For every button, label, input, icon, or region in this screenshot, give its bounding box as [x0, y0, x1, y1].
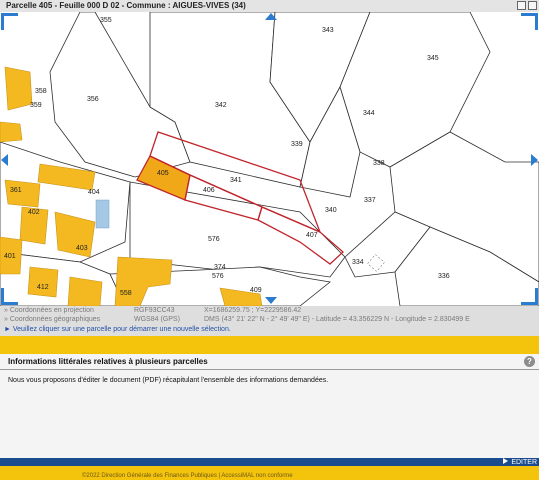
pan-left-icon[interactable]	[1, 154, 8, 166]
map-corner	[1, 13, 18, 30]
geo-system: WGS84 (GPS)	[134, 316, 180, 323]
parcel-label: 374	[214, 264, 226, 271]
pan-down-icon[interactable]	[265, 297, 277, 304]
parcel-label: 403	[76, 245, 88, 252]
window-title: Parcelle 405 - Feuille 000 D 02 - Commun…	[6, 1, 246, 10]
window-controls	[517, 1, 537, 10]
map-corner	[521, 13, 538, 30]
parcel-label: 341	[230, 177, 242, 184]
parcel-label: 558	[120, 290, 132, 297]
edit-label: EDITER	[511, 459, 537, 466]
map-corner	[1, 288, 18, 305]
parcel-label: 361	[10, 187, 22, 194]
separator-bar	[0, 336, 539, 354]
play-icon	[503, 458, 509, 464]
parcel-label: 405	[157, 170, 169, 177]
parcel-label: 336	[438, 273, 450, 280]
maximize-icon[interactable]	[528, 1, 537, 10]
panel-text: Nous vous proposons d'éditer le document…	[8, 377, 329, 384]
cadastral-map[interactable]: 355 343 345 358 359 356 342 344 339 338 …	[0, 12, 539, 306]
parcel-label: 409	[250, 287, 262, 294]
help-icon[interactable]: ?	[524, 356, 535, 367]
action-bar: EDITER	[0, 458, 539, 466]
geo-label: » Coordonnées géographiques	[4, 316, 101, 323]
panel-header: Informations littérales relatives à plus…	[0, 354, 539, 370]
parcel-label: 355	[100, 17, 112, 24]
parcel-label: 407	[306, 232, 318, 239]
parcel-label: 345	[427, 55, 439, 62]
footer-text: ©2022 Direction Générale des Finances Pu…	[82, 473, 293, 479]
parcel-label: 340	[325, 207, 337, 214]
parcel-label: 359	[30, 102, 42, 109]
projection-value: X=1686259.75 ; Y=2229586.42	[204, 307, 302, 314]
parcel-label: 342	[215, 102, 227, 109]
info-panel: Informations littérales relatives à plus…	[0, 354, 539, 466]
panel-title: Informations littérales relatives à plus…	[8, 357, 208, 366]
building	[67, 276, 103, 306]
geo-value: DMS (43° 21' 22" N - 2° 49' 49" E) - Lat…	[204, 316, 470, 323]
parcel-label: 412	[37, 284, 49, 291]
parcel-label: 339	[291, 141, 303, 148]
parcel-label: 334	[352, 259, 364, 266]
parcel-label: 576	[208, 236, 220, 243]
parcel-label: 358	[35, 88, 47, 95]
parcel-label: 356	[87, 96, 99, 103]
parcel-label: 576	[212, 273, 224, 280]
building	[0, 121, 23, 143]
building	[4, 66, 33, 111]
map-canvas[interactable]: 355 343 345 358 359 356 342 344 339 338 …	[0, 12, 539, 306]
map-corner	[521, 288, 538, 305]
restore-icon[interactable]	[517, 1, 526, 10]
parcel-label: 338	[373, 160, 385, 167]
parcel-label: 406	[203, 187, 215, 194]
building	[27, 266, 59, 298]
projection-label: » Coordonnées en projection	[4, 307, 94, 314]
coordinates-bar: » Coordonnées en projection RGF93CC43 X=…	[0, 306, 539, 336]
parcel-label: 401	[4, 253, 16, 260]
parcel-label: 404	[88, 189, 100, 196]
pan-up-icon[interactable]	[265, 13, 277, 20]
footer: ©2022 Direction Générale des Finances Pu…	[0, 466, 539, 480]
parcel-label: 343	[322, 27, 334, 34]
parcel-label: 337	[364, 197, 376, 204]
selection-hint[interactable]: ► Veuillez cliquer sur une parcelle pour…	[4, 326, 231, 334]
water-feature	[95, 199, 110, 229]
projection-system: RGF93CC43	[134, 307, 175, 314]
edit-button[interactable]: EDITER	[503, 458, 537, 466]
parcel-label: 402	[28, 209, 40, 216]
pan-right-icon[interactable]	[531, 154, 538, 166]
parcel-label: 344	[363, 110, 375, 117]
